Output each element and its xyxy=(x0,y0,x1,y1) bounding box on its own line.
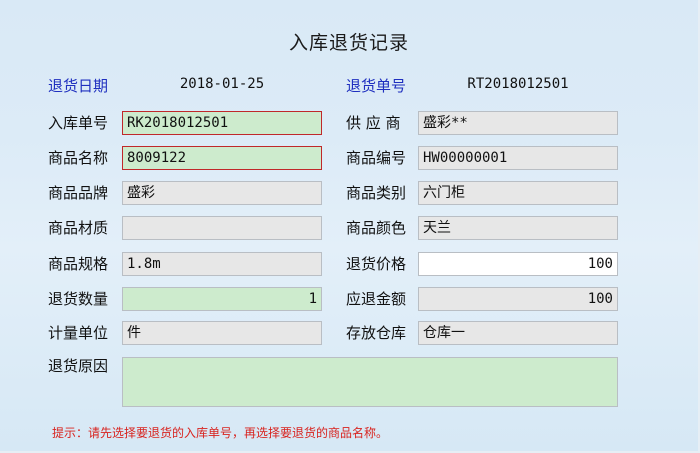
form-title: 入库退货记录 xyxy=(288,32,409,54)
brand-field[interactable]: 盛彩 xyxy=(122,181,322,205)
return-no-label: 退货单号 xyxy=(346,77,407,95)
color-field[interactable]: 天兰 xyxy=(418,216,618,240)
spec-field[interactable]: 1.8m xyxy=(122,252,322,276)
product-name-field[interactable]: 8009122 xyxy=(122,146,322,170)
spec-label: 商品规格 xyxy=(48,255,109,273)
supplier-field[interactable]: 盛彩** xyxy=(418,111,618,135)
product-code-field[interactable]: HW00000001 xyxy=(418,146,618,170)
quantity-label: 退货数量 xyxy=(48,290,109,308)
reason-textarea[interactable] xyxy=(122,357,618,407)
quantity-field[interactable]: 1 xyxy=(122,287,322,311)
material-field[interactable] xyxy=(122,216,322,240)
reason-label: 退货原因 xyxy=(48,357,109,375)
return-date-field[interactable]: 2018-01-25 xyxy=(124,73,320,97)
category-field[interactable]: 六门柜 xyxy=(418,181,618,205)
return-record-form: 入库退货记录 退货日期 2018-01-25 退货单号 RT2018012501… xyxy=(0,0,700,453)
warehouse-field[interactable]: 仓库一 xyxy=(418,321,618,345)
supplier-label: 供 应 商 xyxy=(346,114,401,132)
refund-label: 应退金额 xyxy=(346,290,407,308)
unit-field[interactable]: 件 xyxy=(122,321,322,345)
unit-label: 计量单位 xyxy=(48,324,109,342)
price-label: 退货价格 xyxy=(346,255,407,273)
return-no-field[interactable]: RT2018012501 xyxy=(418,73,618,97)
warehouse-label: 存放仓库 xyxy=(346,324,407,342)
product-code-label: 商品编号 xyxy=(346,149,407,167)
material-label: 商品材质 xyxy=(48,219,109,237)
inbound-no-label: 入库单号 xyxy=(48,114,109,132)
price-field[interactable]: 100 xyxy=(418,252,618,276)
color-label: 商品颜色 xyxy=(346,219,407,237)
product-name-label: 商品名称 xyxy=(48,149,109,167)
brand-label: 商品品牌 xyxy=(48,184,109,202)
category-label: 商品类别 xyxy=(346,184,407,202)
refund-field[interactable]: 100 xyxy=(418,287,618,311)
hint-text: 提示：请先选择要退货的入库单号，再选择要退货的商品名称。 xyxy=(52,426,389,440)
return-date-label: 退货日期 xyxy=(48,77,109,95)
inbound-no-field[interactable]: RK2018012501 xyxy=(122,111,322,135)
